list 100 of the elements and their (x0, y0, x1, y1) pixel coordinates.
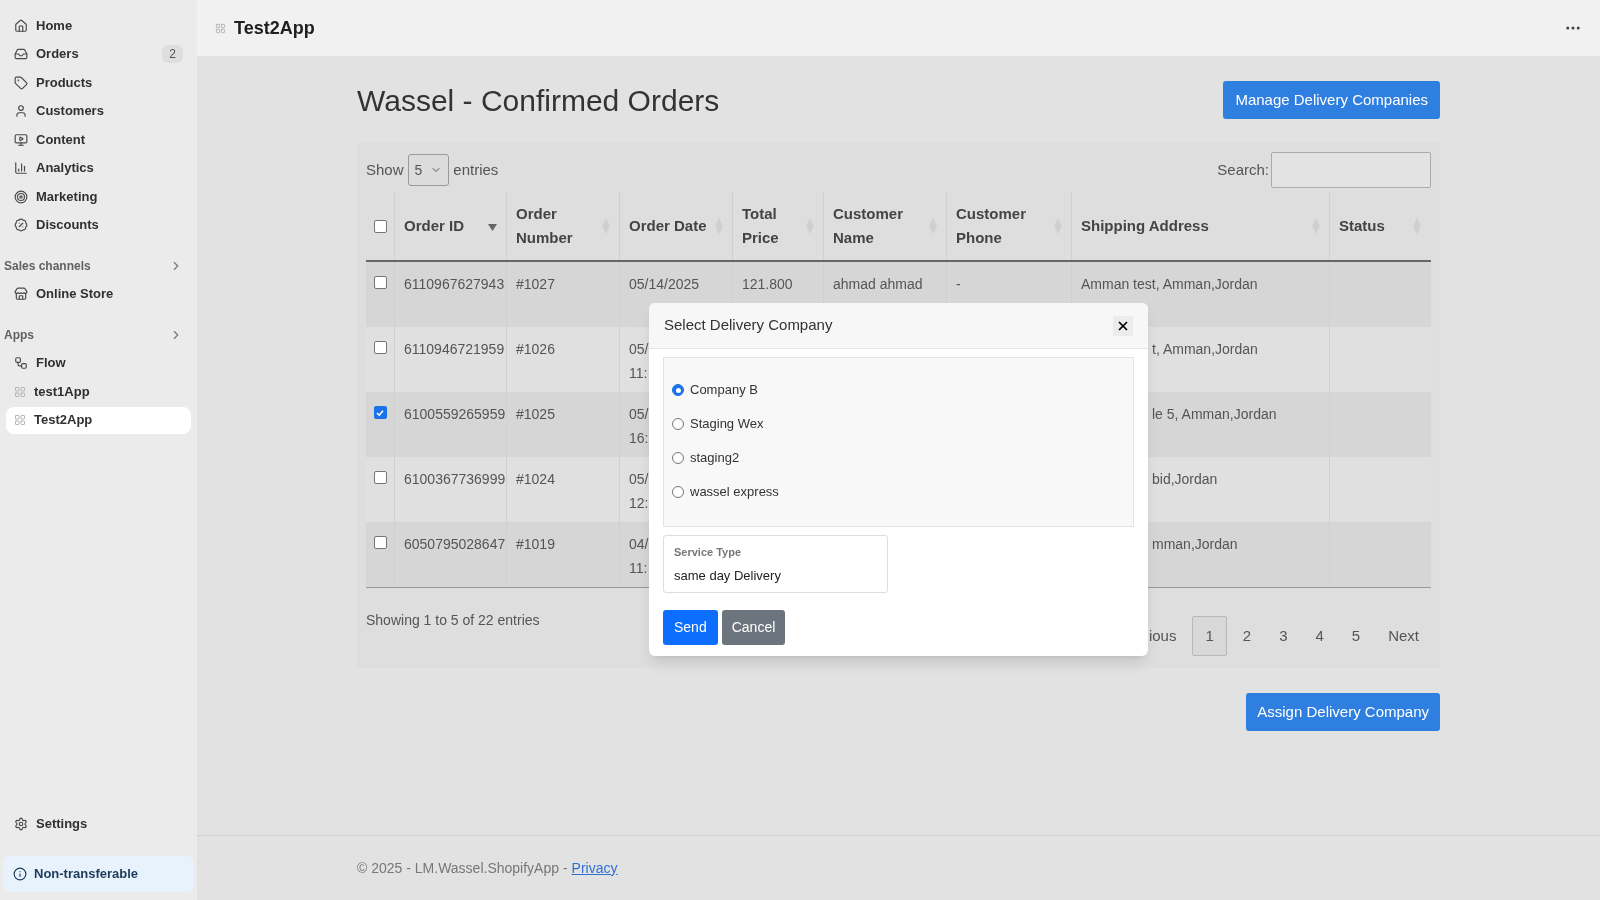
screen-icon (14, 132, 28, 147)
count-badge: 2 (162, 45, 183, 63)
company-option[interactable]: Staging Wex (672, 414, 1125, 434)
sidebar-item[interactable]: Test2App (6, 406, 191, 434)
table-cell: bid,Jordan (1152, 471, 1218, 487)
app-title: Test2App (234, 16, 316, 40)
search-label: Search: (1217, 159, 1269, 180)
home-icon (14, 18, 28, 33)
table-cell: 121.800 (742, 276, 793, 292)
column-header[interactable]: Order Date (629, 214, 707, 238)
sidebar-item[interactable]: Analytics (6, 154, 191, 182)
sidebar-item[interactable]: Customers (6, 97, 191, 125)
page-title: Wassel - Confirmed Orders (357, 82, 720, 119)
page-button[interactable]: 4 (1303, 616, 1336, 656)
entries-label: entries (453, 159, 499, 180)
flow-icon (14, 356, 28, 370)
column-header[interactable]: Order Number (516, 202, 578, 250)
assign-company-button[interactable]: Assign Delivery Company (1246, 693, 1440, 731)
table-cell: le 5, Amman,Jordan (1152, 406, 1277, 422)
table-cell: #1025 (516, 406, 555, 422)
sidebar-item[interactable]: Content (6, 126, 191, 153)
show-label: Show (366, 159, 404, 180)
send-button[interactable]: Send (663, 610, 718, 645)
column-header[interactable]: Status (1339, 214, 1385, 238)
table-cell: 6110946721959 (404, 341, 505, 357)
cancel-button[interactable]: Cancel (721, 610, 786, 645)
badge-icon (14, 218, 28, 232)
section-heading: Sales channels (4, 257, 91, 275)
column-header[interactable]: Total Price (742, 202, 782, 250)
table-cell: t, Amman,Jordan (1152, 341, 1258, 357)
table-cell-text: 04/ 11: (629, 535, 649, 578)
column-header[interactable]: Customer Phone (956, 202, 1026, 250)
grid-icon (215, 22, 226, 34)
inbox-icon (14, 47, 28, 61)
table-cell: 6100559265959 (404, 406, 506, 422)
table-cell-text: 05/ 11: (629, 340, 649, 383)
sidebar-item[interactable]: Flow (6, 349, 191, 377)
table-cell: 6100367736999 (404, 471, 506, 487)
settings-item[interactable]: Settings (6, 810, 191, 838)
table-cell-text: 05/ 12: (629, 470, 649, 513)
radio-button[interactable] (672, 452, 684, 464)
company-option[interactable]: wassel express (672, 482, 1125, 502)
sidebar-item[interactable]: Home (6, 12, 191, 39)
table-cell: 05/14/2025 (629, 276, 700, 292)
table-cell: 6110967627943 (404, 276, 505, 292)
select-all-checkbox[interactable] (373, 219, 387, 233)
tag-icon (14, 75, 28, 90)
table-cell: #1027 (516, 276, 555, 292)
sidebar-item[interactable]: Discounts (6, 211, 191, 239)
bar-chart-icon (14, 161, 28, 175)
table-cell: #1026 (516, 341, 555, 357)
privacy-link[interactable]: Privacy (571, 857, 618, 879)
dialog-title: Select Delivery Company (664, 315, 833, 336)
table-cell: Amman test, Amman,Jordan (1081, 276, 1258, 292)
grid-icon (14, 385, 26, 398)
page-button[interactable]: Next (1376, 616, 1431, 656)
table-cell: 6050795028647 (404, 536, 506, 552)
column-header[interactable]: Customer Name (833, 202, 903, 250)
table-cell: ahmad ahmad (833, 276, 923, 292)
row-checkbox[interactable] (373, 341, 387, 354)
page-button[interactable]: 5 (1339, 616, 1373, 656)
sidebar-item[interactable]: Marketing (6, 183, 191, 210)
settings-icon (14, 817, 28, 831)
notice-banner: Non-transferable (3, 856, 194, 892)
search-field[interactable] (1271, 152, 1431, 188)
sidebar-item[interactable]: Online Store (6, 280, 191, 308)
table-cell-text: 05/ 16: (629, 405, 649, 448)
target-icon (14, 189, 28, 204)
table-cell: #1024 (516, 471, 555, 487)
page-button[interactable]: 3 (1267, 616, 1300, 656)
radio-button[interactable] (672, 418, 684, 430)
row-checkbox[interactable] (373, 406, 387, 419)
entries-info: Showing 1 to 5 of 22 entries (366, 610, 540, 630)
entries-select[interactable]: 5 (407, 154, 450, 186)
footer-text: © 2025 - LM.Wassel.ShopifyApp - (357, 858, 568, 878)
radio-button[interactable] (672, 486, 684, 498)
table-cell: #1019 (516, 536, 555, 552)
column-header[interactable]: Shipping Address (1081, 214, 1209, 238)
row-checkbox[interactable] (373, 276, 387, 289)
close-button[interactable] (1113, 315, 1133, 336)
grid-icon (14, 414, 26, 426)
manage-companies-button[interactable]: Manage Delivery Companies (1223, 81, 1440, 119)
column-header[interactable]: Order ID (404, 214, 464, 238)
service-type-field[interactable]: Service Type same day Delivery (663, 535, 888, 593)
page-button[interactable]: 1 (1192, 616, 1227, 656)
company-option[interactable]: staging2 (672, 448, 1125, 468)
section-heading: Apps (4, 326, 34, 344)
table-cell: mman,Jordan (1152, 536, 1238, 552)
info-icon (13, 867, 27, 881)
company-option[interactable]: Company B (672, 380, 1125, 400)
row-checkbox[interactable] (373, 471, 387, 484)
store-icon (14, 287, 28, 301)
row-checkbox[interactable] (373, 536, 387, 549)
table-cell: - (956, 276, 961, 292)
sidebar-item[interactable]: Products (6, 69, 191, 96)
sidebar-item[interactable]: test1App (6, 378, 191, 405)
sidebar-item[interactable]: Orders 2 (6, 40, 191, 68)
radio-button[interactable] (672, 384, 684, 396)
page-button[interactable]: 2 (1230, 616, 1264, 656)
person-icon (14, 104, 28, 118)
